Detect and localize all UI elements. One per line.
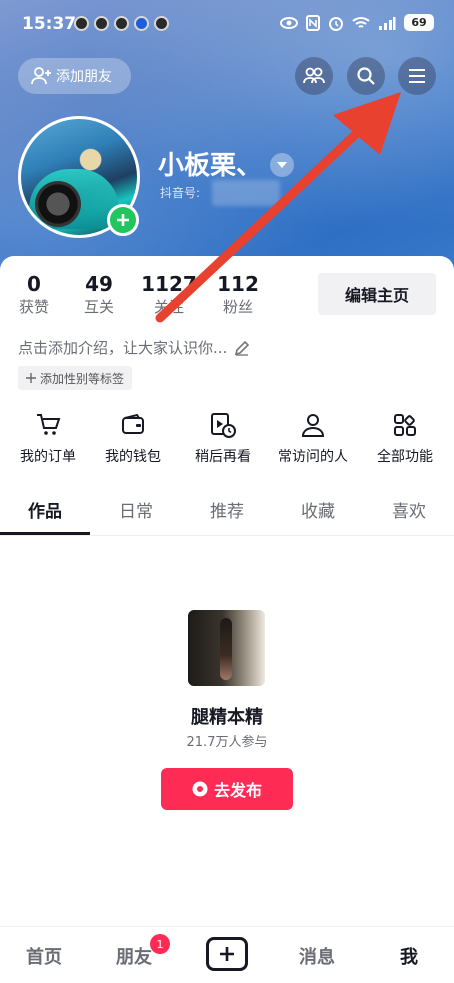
tab-daily[interactable]: 日常	[91, 490, 181, 534]
nav-messages[interactable]: 消息	[299, 943, 335, 969]
wifi-icon	[352, 16, 370, 28]
add-friend-button[interactable]: 添加朋友	[18, 58, 131, 94]
status-bar: 15:37 69	[0, 0, 454, 50]
bio-field[interactable]: 点击添加介绍，让大家认识你...	[18, 337, 251, 358]
plus-icon	[26, 373, 36, 383]
friends-icon	[303, 67, 325, 84]
topic-title: 腿精本精	[191, 707, 263, 728]
feature-watch-later[interactable]: 稍后再看	[178, 410, 268, 466]
person-icon	[301, 414, 325, 437]
feature-label: 全部功能	[377, 449, 433, 465]
app-notification-icon	[154, 16, 169, 31]
alarm-icon	[329, 16, 343, 31]
friends-notification-badge: 1	[150, 934, 170, 954]
stat-label: 关注	[153, 298, 184, 316]
topic-thumbnail[interactable]	[188, 610, 265, 686]
stat-likes[interactable]: 0 获赞	[4, 272, 64, 318]
nav-friends[interactable]: 朋友	[116, 943, 152, 969]
menu-button[interactable]	[398, 57, 436, 95]
topic-participants: 21.7万人参与	[186, 735, 268, 750]
create-post-button[interactable]	[206, 937, 248, 971]
status-indicators: 69	[280, 14, 434, 31]
account-switch-button[interactable]	[270, 153, 294, 177]
tab-recommended[interactable]: 推荐	[182, 490, 272, 534]
topic-thumbnail-figure	[220, 618, 232, 680]
wallet-icon	[122, 413, 144, 434]
stat-label: 粉丝	[222, 298, 253, 316]
stat-label: 互关	[83, 298, 114, 316]
grid-icon	[394, 414, 416, 436]
hamburger-menu-icon	[409, 69, 425, 83]
nav-home[interactable]: 首页	[26, 943, 62, 969]
feature-label: 我的钱包	[105, 449, 161, 465]
stat-label: 获赞	[18, 298, 49, 316]
app-notification-icon	[94, 16, 109, 31]
feature-label: 我的订单	[20, 449, 76, 465]
plus-icon	[220, 947, 234, 961]
tab-liked[interactable]: 喜欢	[364, 490, 454, 534]
camera-icon	[192, 781, 208, 797]
search-button[interactable]	[347, 57, 385, 95]
add-person-icon	[31, 67, 51, 85]
stat-value: 0	[27, 272, 41, 296]
stat-value: 49	[85, 272, 113, 296]
signal-icon	[379, 16, 396, 30]
feature-all-functions[interactable]: 全部功能	[360, 410, 450, 466]
tab-favorites[interactable]: 收藏	[273, 490, 363, 534]
app-notification-icon	[134, 16, 149, 31]
feature-label: 常访问的人	[278, 449, 348, 465]
stats-row: 0 获赞 49 互关 1127 关注 112 粉丝	[0, 272, 300, 322]
stat-following[interactable]: 1127 关注	[139, 272, 199, 318]
status-time: 15:37	[22, 14, 77, 34]
notification-icons	[74, 16, 169, 31]
feature-orders[interactable]: 我的订单	[3, 410, 93, 466]
nickname: 小板栗、	[158, 151, 263, 181]
cart-icon	[37, 414, 61, 435]
active-tab-indicator	[0, 532, 90, 535]
eye-icon	[280, 16, 298, 29]
app-notification-icon	[74, 16, 89, 31]
stat-followers[interactable]: 112 粉丝	[208, 272, 268, 318]
add-tag-button[interactable]: 添加性别等标签	[18, 366, 133, 390]
douyin-id-mask	[212, 180, 280, 206]
douyin-id-label: 抖音号:	[160, 186, 201, 200]
nfc-icon	[306, 14, 320, 31]
feature-wallet[interactable]: 我的钱包	[88, 410, 178, 466]
friends-button[interactable]	[295, 57, 333, 95]
pencil-icon	[235, 340, 250, 356]
stat-mutual[interactable]: 49 互关	[69, 272, 129, 318]
chevron-down-icon	[277, 162, 287, 168]
stat-value: 112	[217, 272, 259, 296]
tab-works[interactable]: 作品	[0, 490, 90, 534]
bio-placeholder: 点击添加介绍，让大家认识你...	[18, 339, 228, 357]
publish-label: 去发布	[213, 781, 262, 800]
stat-value: 1127	[141, 272, 197, 296]
feature-frequent-visitors[interactable]: 常访问的人	[268, 410, 358, 466]
battery-indicator: 69	[404, 14, 434, 31]
nav-me[interactable]: 我	[400, 943, 418, 969]
add-avatar-button[interactable]	[107, 204, 139, 236]
add-tag-label: 添加性别等标签	[40, 371, 125, 386]
feature-shortcuts: 我的订单 我的钱包 稍后再看 常访问的人 全部功能	[0, 410, 454, 470]
feature-label: 稍后再看	[195, 449, 251, 465]
content-tabs: 作品 日常 推荐 收藏 喜欢	[0, 490, 454, 536]
add-friend-label: 添加朋友	[56, 69, 112, 85]
watch-later-icon	[211, 413, 236, 438]
plus-icon	[117, 214, 129, 226]
avatar-wheel-shape	[35, 181, 81, 227]
edit-profile-button[interactable]: 编辑主页	[318, 273, 436, 315]
app-notification-icon	[114, 16, 129, 31]
publish-button[interactable]: 去发布	[161, 768, 293, 810]
search-icon	[357, 67, 375, 85]
